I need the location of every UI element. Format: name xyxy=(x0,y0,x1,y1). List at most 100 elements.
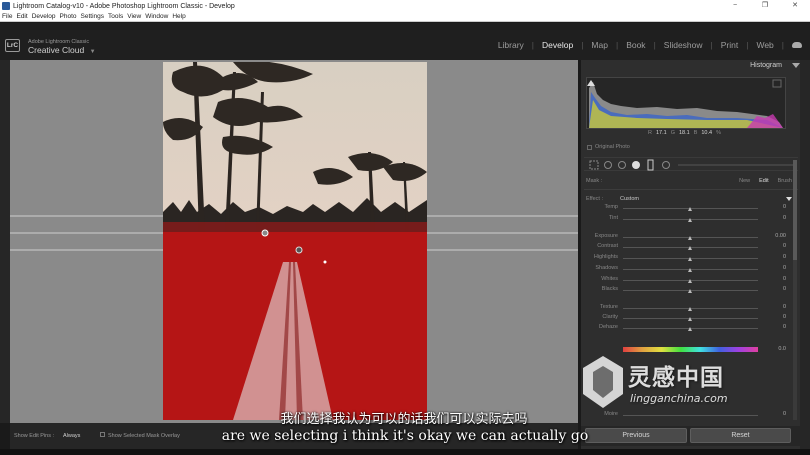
mask-new-button[interactable]: New xyxy=(739,178,750,184)
brush-icon xyxy=(662,161,670,169)
spot-removal-icon xyxy=(604,161,612,169)
g-label: G xyxy=(670,130,675,136)
slider-thumb[interactable] xyxy=(688,246,692,250)
menu-view[interactable]: View xyxy=(127,13,141,20)
module-slideshow[interactable]: Slideshow xyxy=(664,40,703,50)
mask-label: Mask : xyxy=(586,178,603,184)
slider-thumb[interactable] xyxy=(688,236,692,240)
maximize-button[interactable]: ❐ xyxy=(750,0,780,12)
watermark-url: lingganchina.com xyxy=(630,392,728,405)
tool-strip xyxy=(584,157,798,171)
radial-filter-icon xyxy=(647,159,654,171)
module-map[interactable]: Map xyxy=(591,40,608,50)
module-develop[interactable]: Develop xyxy=(542,40,573,50)
slider-value[interactable]: 0 xyxy=(768,324,786,330)
scrollbar-thumb[interactable] xyxy=(793,160,797,260)
effect-dropdown-icon[interactable] xyxy=(786,197,792,201)
module-book[interactable]: Book xyxy=(626,40,645,50)
filmstrip-bar-collapsed[interactable] xyxy=(0,449,810,455)
slider-value[interactable]: 0 xyxy=(768,304,786,310)
mask-brush-button[interactable]: Brush xyxy=(778,178,792,184)
gradient-center-pin xyxy=(295,246,303,254)
menu-help[interactable]: Help xyxy=(172,13,185,20)
panel-collapse-icon[interactable] xyxy=(792,63,800,68)
module-separator: | xyxy=(531,40,535,50)
r-label: R xyxy=(648,130,652,136)
slider-value[interactable]: 0 xyxy=(768,215,786,221)
slider-label: Tint xyxy=(609,215,618,221)
histogram-title[interactable]: Histogram xyxy=(750,62,782,69)
slider-value[interactable]: 0 xyxy=(768,314,786,320)
chevron-down-icon: ▼ xyxy=(89,49,96,55)
b-value: 10.4 xyxy=(701,130,713,136)
right-edge-strip[interactable] xyxy=(800,60,810,449)
tool-strip-icons xyxy=(589,159,794,171)
watermark-logo xyxy=(583,356,623,408)
slider-label: Dehaze xyxy=(599,324,618,330)
slider-label: Temp xyxy=(604,204,618,210)
histogram[interactable] xyxy=(586,77,786,129)
slider-value[interactable]: 0 xyxy=(768,265,786,271)
cloud-icon[interactable] xyxy=(792,42,802,48)
slider-thumb[interactable] xyxy=(688,207,692,211)
rgb-readout: R 17.1 G 18.1 B 10.4 % xyxy=(648,130,721,136)
left-panel-collapsed[interactable] xyxy=(0,60,10,423)
slider-value[interactable]: 0.00 xyxy=(768,233,786,239)
slider-value[interactable]: 0 xyxy=(768,276,786,282)
gradient-pin xyxy=(261,229,269,237)
menu-tools[interactable]: Tools xyxy=(108,13,123,20)
slider-label: Blacks xyxy=(601,286,618,292)
mask-edit-button[interactable]: Edit xyxy=(759,178,768,184)
crop-icon xyxy=(589,160,599,170)
original-photo-toggle[interactable]: Original Photo xyxy=(587,144,630,150)
subtitle-english: are we selecting i think it's okay we ca… xyxy=(221,428,589,444)
mask-row: Mask : New Edit Brush xyxy=(586,178,792,184)
photo-preview[interactable] xyxy=(163,62,427,420)
module-separator: | xyxy=(615,40,619,50)
slider-thumb[interactable] xyxy=(688,307,692,311)
lightroom-app-icon xyxy=(2,2,10,10)
slider-thumb[interactable] xyxy=(688,317,692,321)
close-button[interactable]: ✕ xyxy=(780,0,810,12)
window-title: Lightroom Catalog-v10 - Adobe Photoshop … xyxy=(13,2,235,10)
slider-thumb[interactable] xyxy=(688,218,692,222)
slider-thumb[interactable] xyxy=(688,257,692,261)
menu-develop[interactable]: Develop xyxy=(32,13,56,20)
slider-value[interactable]: 0 xyxy=(768,243,786,249)
effect-preset-dropdown[interactable]: Custom xyxy=(620,196,639,202)
histogram-graph xyxy=(587,79,783,128)
menu-file[interactable]: File xyxy=(2,13,12,20)
menu-edit[interactable]: Edit xyxy=(16,13,27,20)
slider-thumb[interactable] xyxy=(688,268,692,272)
r-value: 17.1 xyxy=(655,130,667,136)
window-titlebar: Lightroom Catalog-v10 - Adobe Photoshop … xyxy=(0,0,810,12)
slider-label: Shadows xyxy=(595,265,618,271)
module-library[interactable]: Library xyxy=(498,40,524,50)
slider-label: Whites xyxy=(601,276,618,282)
module-web[interactable]: Web xyxy=(756,40,773,50)
lrc-logo: LrC xyxy=(5,39,20,52)
slider-thumb[interactable] xyxy=(688,279,692,283)
watermark: 灵感中国 lingganchina.com xyxy=(580,352,800,412)
watermark-title: 灵感中国 xyxy=(628,365,724,391)
brand-subtitle[interactable]: Creative Cloud ▼ xyxy=(28,45,96,55)
menu-photo[interactable]: Photo xyxy=(60,13,77,20)
slider-label: Exposure xyxy=(594,233,618,239)
slider-value[interactable]: 0 xyxy=(768,204,786,210)
slider-value[interactable]: 0 xyxy=(768,286,786,292)
slider-thumb[interactable] xyxy=(688,289,692,293)
slider-label: Highlights xyxy=(593,254,618,260)
panel-divider xyxy=(584,189,798,190)
slider-value[interactable]: 0 xyxy=(768,254,786,260)
effect-row: Effect : Custom xyxy=(586,196,792,202)
module-print[interactable]: Print xyxy=(721,40,738,50)
window-controls: − ❐ ✕ xyxy=(720,0,810,12)
minimize-button[interactable]: − xyxy=(720,0,750,12)
slider-label: Contrast xyxy=(597,243,618,249)
slider-thumb[interactable] xyxy=(688,327,692,331)
photo-image xyxy=(163,62,427,420)
menu-settings[interactable]: Settings xyxy=(81,13,105,20)
video-subtitles: 我们选择我认为可以的话我们可以实际去吗 are we selecting i t… xyxy=(0,408,810,444)
original-photo-checkbox[interactable] xyxy=(587,144,592,150)
menu-window[interactable]: Window xyxy=(145,13,168,20)
